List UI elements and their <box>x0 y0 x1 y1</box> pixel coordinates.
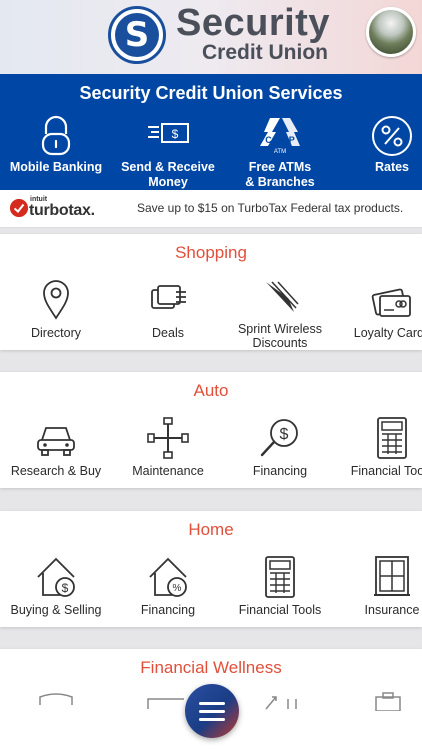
shopping-card: Shopping Directory Deals Sprint Wireless… <box>0 234 422 350</box>
turbotax-wordmark: turbotax. <box>29 202 95 219</box>
auto-research-buy[interactable]: Research & Buy <box>0 416 112 479</box>
magnifier-dollar-icon: $ <box>260 419 298 457</box>
services-banner: Security Credit Union Services Mobile Ba… <box>0 74 422 190</box>
item-label: Maintenance <box>132 464 204 478</box>
svg-text:%: % <box>173 583 182 594</box>
calculator-icon <box>265 556 295 598</box>
service-label: Free ATMs & Branches <box>245 160 315 189</box>
house-percent-icon: % <box>149 557 187 597</box>
sprint-logo-icon <box>266 281 299 312</box>
shopping-deals[interactable]: Deals <box>112 278 224 341</box>
clipboard-icon <box>375 692 401 711</box>
promo-text: Save up to $15 on TurboTax Federal tax p… <box>137 201 404 215</box>
auto-card: Auto Research & Buy Maintenance $ Financ… <box>0 372 422 488</box>
item-label: Research & Buy <box>10 464 102 478</box>
item-label: Deals <box>152 326 184 340</box>
home-buying-selling[interactable]: $ Buying & Selling <box>0 555 112 618</box>
logo-letter: S <box>115 13 159 57</box>
service-mobile-banking[interactable]: Mobile Banking <box>0 114 112 175</box>
item-label: Sprint Wireless Discounts <box>237 322 323 350</box>
services-title: Security Credit Union Services <box>79 83 343 103</box>
section-title: Home <box>188 520 234 539</box>
map-pin-icon <box>43 280 69 320</box>
shield-icon <box>39 693 73 705</box>
money-hand-icon <box>151 285 186 309</box>
lock-icon <box>41 115 71 156</box>
coop-text: CO-OP <box>265 135 295 145</box>
turbotax-check-icon <box>10 199 28 217</box>
section-title: Financial Wellness <box>140 658 282 677</box>
item-label: Financing <box>140 603 196 617</box>
calculator-icon <box>377 417 407 459</box>
section-title: Shopping <box>175 243 247 262</box>
loyalty-card-icon <box>371 288 411 317</box>
turbotax-promo-banner[interactable]: intuit turbotax. Save up to $15 on Turbo… <box>0 190 422 228</box>
service-label: Mobile Banking <box>9 160 103 174</box>
coop-sub: ATM <box>274 149 286 155</box>
home-financing[interactable]: % Financing <box>112 555 224 618</box>
co-op-atm-icon: CO-OP ATM <box>260 118 300 155</box>
home-insurance[interactable]: Insurance <box>336 555 422 618</box>
service-label: Send & Receive Money <box>121 160 215 189</box>
home-financial-tools[interactable]: Financial Tools <box>224 555 336 618</box>
service-send-receive-money[interactable]: $ Send & Receive Money <box>112 114 224 190</box>
svg-text:$: $ <box>172 127 179 141</box>
item-label: Financing <box>252 464 308 478</box>
item-label: Insurance <box>364 603 420 617</box>
svg-text:$: $ <box>62 581 69 595</box>
growth-arrow-icon <box>265 696 297 710</box>
shopping-directory[interactable]: Directory <box>0 278 112 341</box>
service-label: Rates <box>374 160 410 174</box>
auto-financing[interactable]: $ Financing <box>224 416 336 479</box>
lug-wrench-icon <box>147 417 189 459</box>
logo-subtitle: Credit Union <box>202 41 328 64</box>
profile-avatar[interactable] <box>366 7 416 57</box>
shopping-loyalty-cards[interactable]: Loyalty Cards <box>336 278 422 341</box>
item-label: Directory <box>30 326 81 340</box>
service-rates[interactable]: Rates <box>336 114 422 175</box>
item-label: Loyalty Cards <box>353 326 422 340</box>
shopping-sprint[interactable]: Sprint Wireless Discounts <box>224 278 336 350</box>
svg-text:$: $ <box>280 426 289 443</box>
security-cu-logo-icon: S <box>108 6 166 64</box>
item-label: Buying & Selling <box>10 603 102 617</box>
item-label: Financial Tools <box>350 464 422 478</box>
app-header: S Security Credit Union <box>0 0 422 74</box>
item-label: Financial Tools <box>238 603 322 617</box>
section-title: Auto <box>193 381 229 400</box>
menu-button[interactable] <box>185 684 239 738</box>
money-transfer-icon: $ <box>148 123 189 143</box>
logo-title: Security <box>176 2 330 44</box>
house-dollar-icon: $ <box>37 557 75 597</box>
auto-maintenance[interactable]: Maintenance <box>112 416 224 479</box>
service-free-atms[interactable]: CO-OP ATM Free ATMs & Branches <box>224 114 336 190</box>
home-card: Home $ Buying & Selling % Financing Fina… <box>0 511 422 627</box>
percent-icon <box>372 116 412 156</box>
card-icon <box>147 698 184 709</box>
auto-financial-tools[interactable]: Financial Tools <box>336 416 422 479</box>
window-icon <box>374 556 410 596</box>
car-icon <box>37 427 75 456</box>
